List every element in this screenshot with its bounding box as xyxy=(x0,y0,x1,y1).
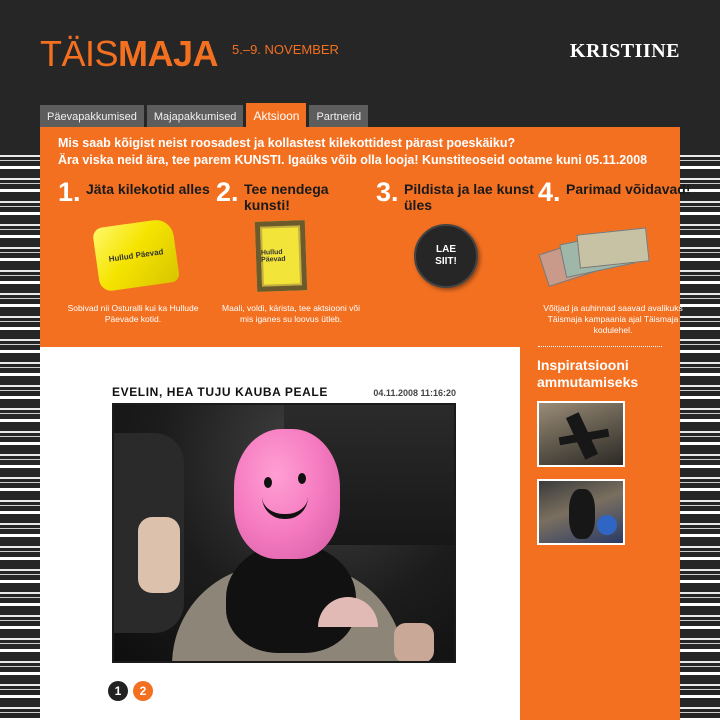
brand-logo[interactable]: KRISTIINE xyxy=(570,40,680,63)
site-logo[interactable]: TÄISMAJA xyxy=(40,33,219,74)
post-date: 04.11.2008 11:16:20 xyxy=(373,388,456,398)
upload-button-line-2: SIIT! xyxy=(435,256,457,267)
step-number: 2. xyxy=(216,177,239,207)
pagination: 1 2 xyxy=(108,681,153,701)
campaign-intro: Mis saab kõigist neist roosadest ja koll… xyxy=(58,135,647,169)
intro-line-2: Ära viska neid ära, tee parem KUNSTI. Ig… xyxy=(58,153,648,167)
step-number: 1. xyxy=(58,177,81,207)
tab-aktsioon[interactable]: Aktsioon xyxy=(246,103,307,128)
step-number: 4. xyxy=(538,177,561,207)
sidebar-title: Inspiratsiooni ammutamiseks xyxy=(537,357,639,390)
bag-print-text: Hullud Päevad xyxy=(108,246,164,264)
left-stripe-decoration xyxy=(0,150,40,720)
tab-partnerid[interactable]: Partnerid xyxy=(309,105,369,128)
step-title: Pildista ja lae kunst üles xyxy=(404,181,534,213)
page-2-button[interactable]: 2 xyxy=(133,681,153,701)
post-title: EVELIN, HEA TUJU KAUBA PEALE xyxy=(112,385,328,399)
banknotes-image xyxy=(538,219,650,291)
page-1-button[interactable]: 1 xyxy=(108,681,128,701)
step-title: Parimad võidavad! xyxy=(566,181,691,197)
step-description: Võitjad ja auhinnad saavad avalikuks Täi… xyxy=(543,303,683,335)
inspiration-sidebar: Inspiratsiooni ammutamiseks xyxy=(520,347,680,720)
campaign-banner: Mis saab kõigist neist roosadest ja koll… xyxy=(40,127,691,347)
step-description: Maali, voldi, kärista, tee aktsiooni või… xyxy=(222,303,360,324)
upload-button[interactable]: LAE SIIT! xyxy=(414,224,478,288)
step-title: Tee nendega kunsti! xyxy=(244,181,329,213)
main-content: EVELIN, HEA TUJU KAUBA PEALE 04.11.2008 … xyxy=(40,347,520,720)
step-title: Jäta kilekotid alles xyxy=(86,181,210,197)
tab-majapakkumised[interactable]: Majapakkumised xyxy=(146,105,244,128)
inspiration-thumbnail-2[interactable] xyxy=(537,479,625,545)
logo-light-text: TÄIS xyxy=(40,33,119,74)
intro-line-1: Mis saab kõigist neist roosadest ja koll… xyxy=(58,136,516,150)
post-header: EVELIN, HEA TUJU KAUBA PEALE 04.11.2008 … xyxy=(112,385,456,399)
tab-paevapakkumised[interactable]: Päevapakkumised xyxy=(40,105,144,128)
logo-bold-text: MAJA xyxy=(118,33,219,74)
step-number: 3. xyxy=(376,177,399,207)
shopping-bag-image: Hullud Päevad xyxy=(91,217,181,293)
event-dates: 5.–9. NOVEMBER xyxy=(232,42,339,57)
frame-print-text: Hullud Päevad xyxy=(260,248,286,264)
upload-button-line-1: LAE xyxy=(435,244,456,255)
submission-photo[interactable] xyxy=(112,403,456,663)
framed-bag-art-image: Hullud Päevad xyxy=(254,220,308,292)
step-description: Sobivad nii Osturalli kui ka Hullude Päe… xyxy=(67,303,199,324)
main-tabs: Päevapakkumised Majapakkumised Aktsioon … xyxy=(40,103,369,128)
right-stripe-decoration xyxy=(680,150,720,720)
inspiration-thumbnail-1[interactable] xyxy=(537,401,625,467)
